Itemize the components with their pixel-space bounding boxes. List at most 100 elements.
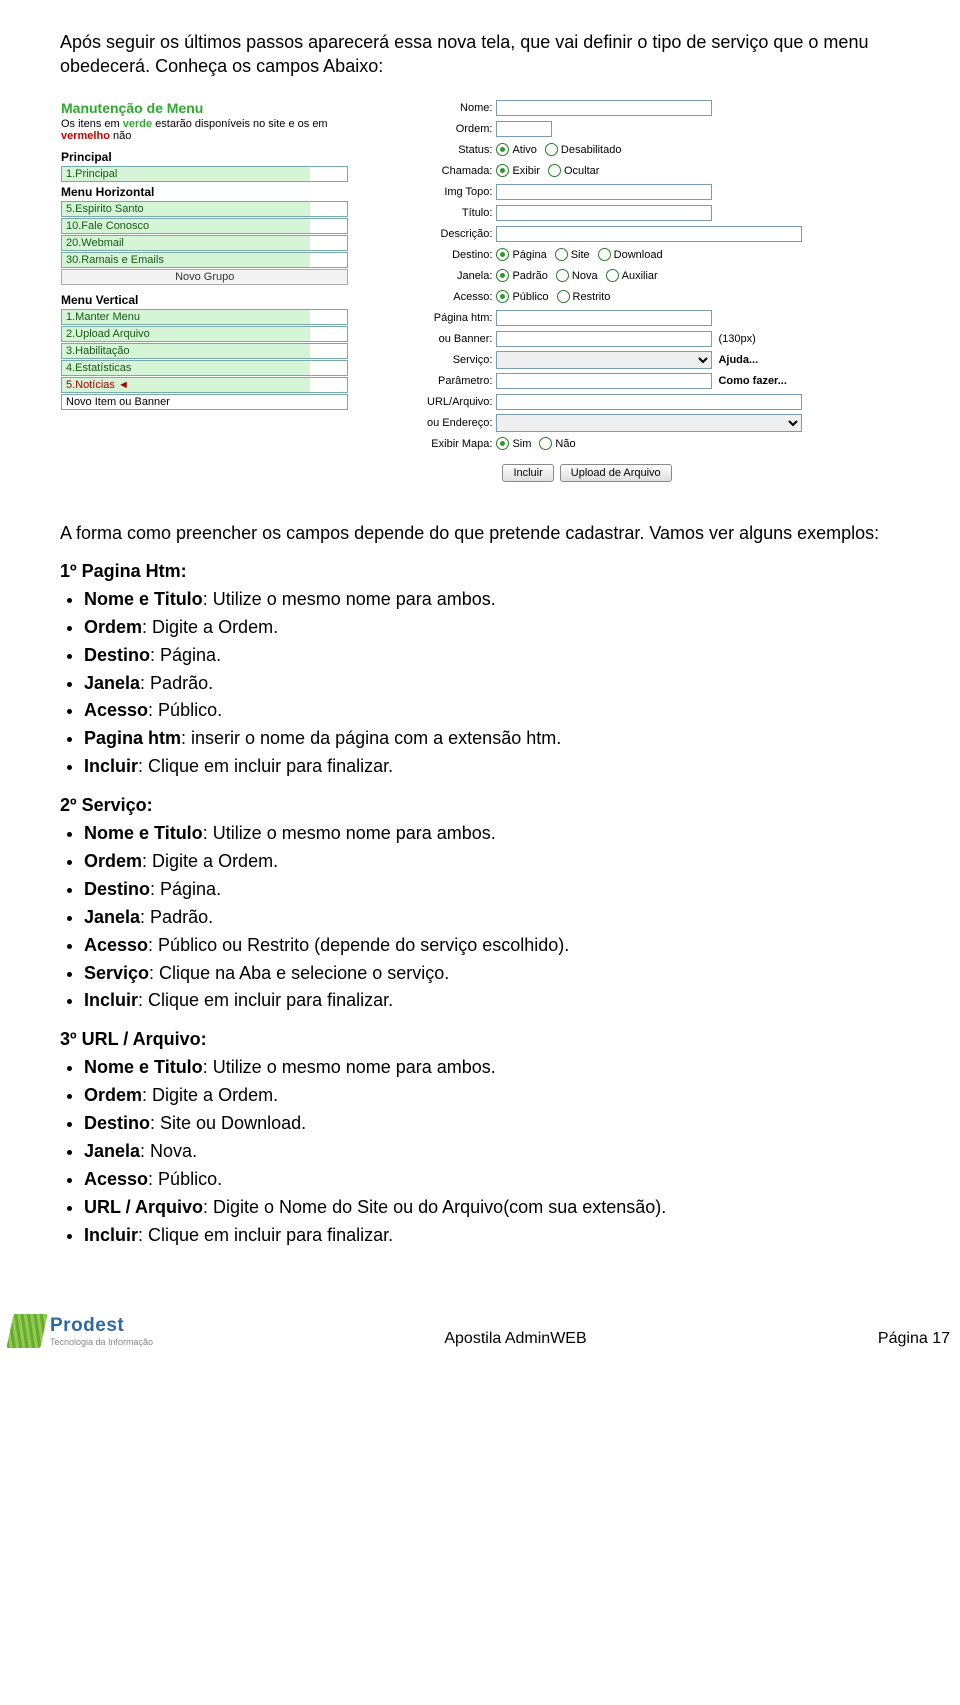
list-item-selected[interactable]: 5.Notícias ◄ [61, 377, 348, 393]
list-item: Nome e Titulo: Utilize o mesmo nome para… [84, 586, 900, 614]
radio-dot-icon [548, 164, 561, 177]
group-principal: Principal [61, 148, 348, 166]
help-link[interactable]: Ajuda... [712, 354, 758, 366]
label-janela: Janela: [362, 270, 496, 282]
bullet-bold: Ordem [84, 1085, 142, 1105]
bullet-bold: Incluir [84, 1225, 138, 1245]
radio-site[interactable]: Site [555, 248, 590, 261]
radio-restrito[interactable]: Restrito [557, 290, 611, 303]
radio-dot-icon [555, 248, 568, 261]
list-item[interactable]: 3.Habilitação [61, 343, 348, 359]
list-item[interactable]: 30.Ramais e Emails [61, 252, 348, 268]
radio-download[interactable]: Download [598, 248, 663, 261]
bullet-bold: Acesso [84, 1169, 148, 1189]
list-item: Janela: Padrão. [84, 904, 900, 932]
radio-label: Download [614, 249, 663, 261]
list-item[interactable]: 5.Espirito Santo [61, 201, 348, 217]
input-titulo[interactable] [496, 205, 712, 221]
novo-grupo-button[interactable]: Novo Grupo [61, 269, 348, 285]
list-item[interactable]: 4.Estatísticas [61, 360, 348, 376]
upload-button[interactable]: Upload de Arquivo [560, 464, 672, 482]
radio-padrao[interactable]: Padrão [496, 269, 547, 282]
novo-item-input[interactable] [61, 394, 348, 410]
radio-label: Página [512, 249, 546, 261]
radio-dot-icon [539, 437, 552, 450]
radio-dot-icon [496, 248, 509, 261]
item-label: 5.Notícias ◄ [62, 378, 310, 392]
label-status: Status: [362, 144, 496, 156]
label-acesso: Acesso: [362, 291, 496, 303]
input-imgtopo[interactable] [496, 184, 712, 200]
radio-label: Ocultar [564, 165, 599, 177]
label-destino: Destino: [362, 249, 496, 261]
input-paghtm[interactable] [496, 310, 712, 326]
radio-nao[interactable]: Não [539, 437, 575, 450]
list-item: Incluir: Clique em incluir para finaliza… [84, 753, 900, 781]
novo-item-field[interactable] [62, 395, 302, 409]
footer-page: Página 17 [878, 1330, 950, 1348]
section-2-list: Nome e Titulo: Utilize o mesmo nome para… [84, 820, 900, 1015]
radio-publico[interactable]: Público [496, 290, 548, 303]
list-item: Destino: Página. [84, 642, 900, 670]
radio-label: Ativo [512, 144, 536, 156]
item-label: 30.Ramais e Emails [62, 253, 310, 267]
radio-nova[interactable]: Nova [556, 269, 598, 282]
select-endereco[interactable] [496, 414, 802, 432]
radio-auxiliar[interactable]: Auxiliar [606, 269, 658, 282]
section-3-title: 3º URL / Arquivo: [60, 1029, 900, 1050]
incluir-button[interactable]: Incluir [502, 464, 553, 482]
radio-label: Desabilitado [561, 144, 622, 156]
bullet-bold: Destino [84, 645, 150, 665]
bullet-bold: Nome e Titulo [84, 589, 203, 609]
after-text: A forma como preencher os campos depende… [60, 521, 900, 545]
label-ordem: Ordem: [362, 123, 496, 135]
bullet-bold: Destino [84, 1113, 150, 1133]
radio-exibir[interactable]: Exibir [496, 164, 540, 177]
label-descricao: Descrição: [362, 228, 496, 240]
bullet-bold: Ordem [84, 617, 142, 637]
item-label: 4.Estatísticas [62, 361, 310, 375]
label-nome: Nome: [362, 102, 496, 114]
list-item[interactable]: 10.Fale Conosco [61, 218, 348, 234]
list-item: Ordem: Digite a Ordem. [84, 614, 900, 642]
radio-pagina[interactable]: Página [496, 248, 546, 261]
input-parametro[interactable] [496, 373, 712, 389]
item-label: 5.Espirito Santo [62, 202, 310, 216]
input-ordem[interactable] [496, 121, 552, 137]
input-urlarq[interactable] [496, 394, 802, 410]
input-banner[interactable] [496, 331, 712, 347]
list-item[interactable]: 1.Principal [61, 166, 348, 182]
logo-icon [6, 1314, 47, 1348]
label-parametro: Parâmetro: [362, 375, 496, 387]
brand-tagline: Tecnologia da Informação [50, 1337, 153, 1347]
bullet-bold: Janela [84, 1141, 140, 1161]
list-item: Incluir: Clique em incluir para finaliza… [84, 1222, 900, 1250]
list-item[interactable]: 1.Manter Menu [61, 309, 348, 325]
list-item: URL / Arquivo: Digite o Nome do Site ou … [84, 1194, 900, 1222]
section-3-list: Nome e Titulo: Utilize o mesmo nome para… [84, 1054, 900, 1249]
radio-ocultar[interactable]: Ocultar [548, 164, 599, 177]
list-item[interactable]: 2.Upload Arquivo [61, 326, 348, 342]
howto-link[interactable]: Como fazer... [712, 375, 786, 387]
input-nome[interactable] [496, 100, 712, 116]
label-imgtopo: Img Topo: [362, 186, 496, 198]
radio-ativo[interactable]: Ativo [496, 143, 536, 156]
radio-desabilitado[interactable]: Desabilitado [545, 143, 622, 156]
radio-dot-icon [496, 164, 509, 177]
select-servico[interactable] [496, 351, 712, 369]
radio-dot-icon [496, 269, 509, 282]
label-banner: ou Banner: [362, 333, 496, 345]
bullet-bold: Serviço [84, 963, 149, 983]
label-servico: Serviço: [362, 354, 496, 366]
label-ouend: ou Endereço: [362, 417, 496, 429]
list-item[interactable]: 20.Webmail [61, 235, 348, 251]
section-1-list: Nome e Titulo: Utilize o mesmo nome para… [84, 586, 900, 781]
radio-sim[interactable]: Sim [496, 437, 531, 450]
list-item: Ordem: Digite a Ordem. [84, 848, 900, 876]
radio-label: Site [571, 249, 590, 261]
list-item: Acesso: Público. [84, 1166, 900, 1194]
input-descricao[interactable] [496, 226, 802, 242]
radio-label: Padrão [512, 270, 547, 282]
item-label: 1.Principal [62, 167, 310, 181]
legend-mid: estarão disponíveis no site e os em [152, 118, 327, 130]
